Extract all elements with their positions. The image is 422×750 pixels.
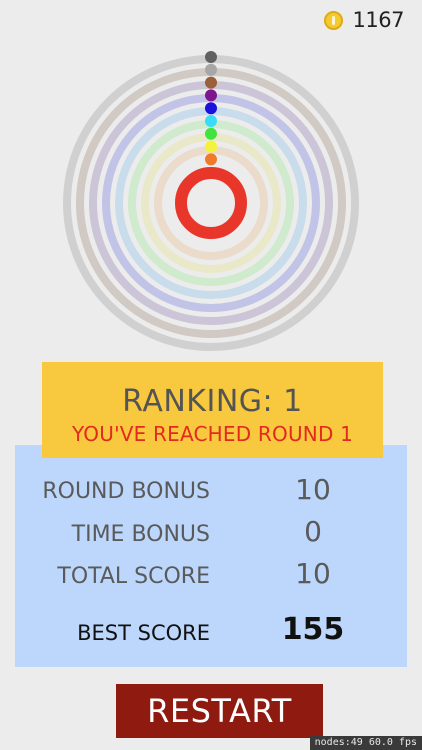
round-bonus-label: ROUND BONUS	[42, 479, 210, 504]
round-reached-text: YOU'VE REACHED ROUND 1	[71, 422, 354, 446]
best-score-label: BEST SCORE	[77, 621, 210, 645]
ranking-panel: RANKING: 1 YOU'VE REACHED ROUND 1	[42, 362, 383, 458]
best-score-value: 155	[281, 612, 345, 647]
color-dot	[205, 89, 217, 102]
color-dot	[205, 102, 217, 115]
color-dot	[205, 51, 217, 63]
color-dot	[205, 115, 217, 127]
total-score-label: TOTAL SCORE	[57, 564, 210, 589]
coin-counter: 1167	[323, 8, 405, 32]
coin-count: 1167	[352, 8, 405, 32]
time-bonus-label: TIME BONUS	[71, 522, 210, 547]
coin-icon	[323, 10, 343, 30]
time-bonus-value: 0	[304, 515, 322, 548]
game-over-screen: 1167 RANKING: 1 YOU'VE REACHED ROUND 1 R…	[0, 0, 422, 750]
restart-button[interactable]: RESTART	[116, 684, 323, 738]
color-dot	[205, 76, 217, 89]
color-dot	[205, 140, 217, 153]
score-panel: ROUND BONUS 10 TIME BONUS 0 TOTAL SCORE …	[15, 445, 407, 667]
color-dot	[205, 63, 217, 76]
target-rings	[61, 51, 361, 353]
ranking-title: RANKING: 1	[122, 384, 303, 419]
round-bonus-value: 10	[295, 473, 331, 506]
color-dot	[205, 127, 217, 140]
color-dot	[205, 153, 217, 166]
debug-stats: nodes:49 60.0 fps	[309, 736, 422, 750]
total-score-value: 10	[295, 557, 331, 590]
